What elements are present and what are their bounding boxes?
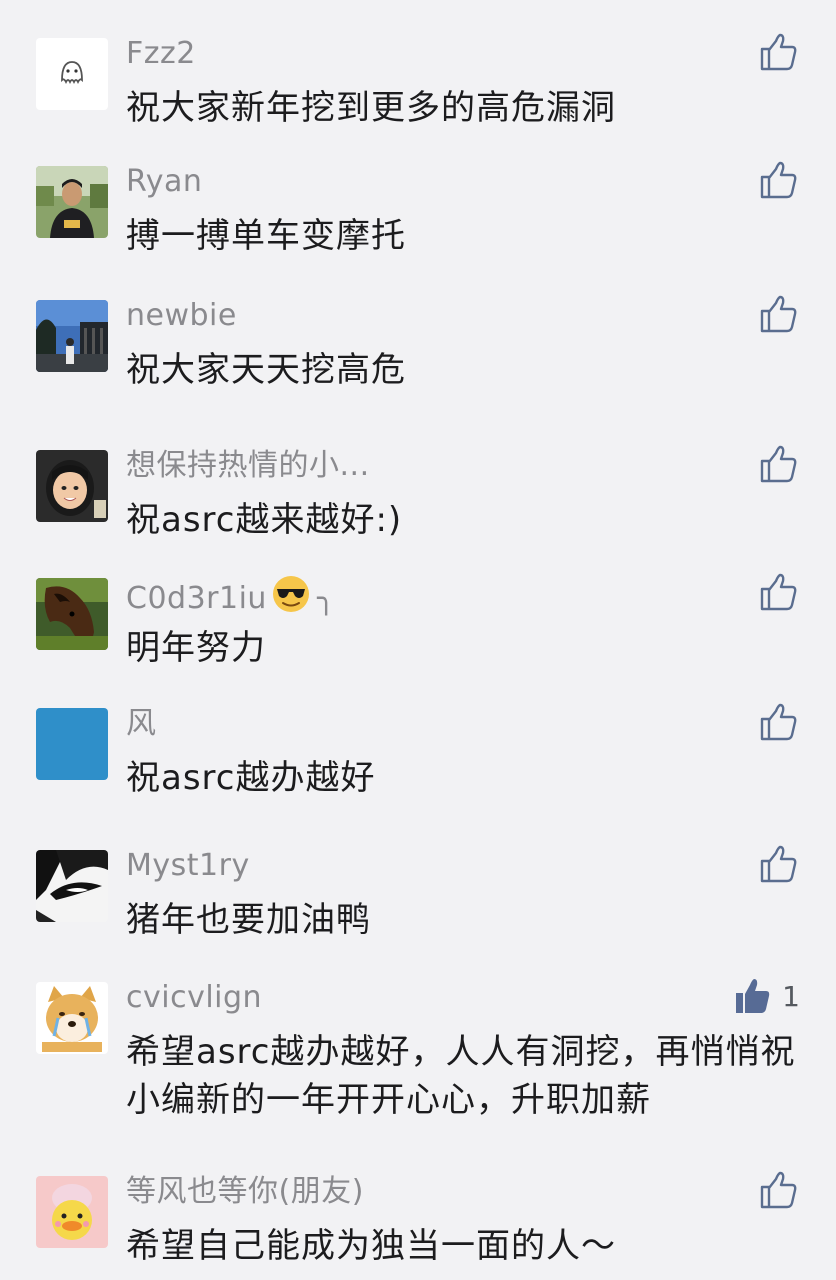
thumbs-up-outline-icon xyxy=(760,703,797,741)
comment-author: 等风也等你(朋友) xyxy=(126,1174,364,1209)
comment-list: Fzz2 祝大家新年挖到更多的高危漏洞 Ryan 搏一搏单车变摩托 newbie… xyxy=(0,0,836,1280)
person-photo-avatar-icon xyxy=(36,166,108,238)
avatar[interactable] xyxy=(36,850,108,922)
comment-author: Myst1ry xyxy=(126,848,250,883)
comment-text: 猪年也要加油鸭 xyxy=(126,900,371,940)
comment-author: cvicvlign xyxy=(126,980,263,1015)
comment-author: 想保持热情的小... xyxy=(126,448,370,483)
thumbs-up-outline-icon xyxy=(760,161,797,199)
like-button[interactable] xyxy=(750,158,800,202)
thumbs-up-outline-icon xyxy=(760,33,797,71)
anime-eye-avatar-icon xyxy=(36,850,108,922)
like-button[interactable] xyxy=(750,1168,800,1212)
comment-text: 希望asrc越办越好，人人有洞挖，再悄悄祝小编新的一年开开心心，升职加薪 xyxy=(126,1032,796,1120)
comment-author: newbie xyxy=(126,298,237,333)
thumbs-up-outline-icon xyxy=(760,845,797,883)
comment-author: C0d3r1iu ╮ xyxy=(126,574,336,625)
like-count: 1 xyxy=(782,979,800,1013)
thumbs-up-outline-icon xyxy=(760,573,797,611)
comment-text: 希望自己能成为独当一面的人～ xyxy=(126,1226,616,1266)
like-button[interactable]: 1 xyxy=(732,974,800,1018)
like-button[interactable] xyxy=(750,30,800,74)
comment-author: 风 xyxy=(126,706,157,741)
like-button[interactable] xyxy=(750,700,800,744)
avatar[interactable] xyxy=(36,708,108,780)
comment-text: 祝asrc越来越好:) xyxy=(126,500,403,540)
avatar[interactable] xyxy=(36,450,108,522)
avatar[interactable] xyxy=(36,1176,108,1248)
like-button[interactable] xyxy=(750,292,800,336)
comment-text: 祝asrc越办越好 xyxy=(126,758,376,798)
thumbs-up-outline-icon xyxy=(760,445,797,483)
comment-text: 明年努力 xyxy=(126,628,266,668)
comment-text: 祝大家天天挖高危 xyxy=(126,350,406,390)
avatar[interactable] xyxy=(36,166,108,238)
sunglasses-face-icon xyxy=(272,576,309,612)
sunglasses-face-emoji xyxy=(271,574,311,625)
thumbs-up-outline-icon xyxy=(760,295,797,333)
like-button[interactable] xyxy=(750,842,800,886)
child-photo-avatar-icon xyxy=(36,450,108,522)
comment-text: 搏一搏单车变摩托 xyxy=(126,216,406,256)
avatar[interactable] xyxy=(36,982,108,1054)
ghost-avatar-icon xyxy=(36,38,108,110)
avatar[interactable] xyxy=(36,38,108,110)
shiba-doge-avatar-icon xyxy=(36,982,108,1054)
comment-author: Ryan xyxy=(126,164,203,199)
thumbs-up-outline-icon xyxy=(760,1171,797,1209)
comment-author: Fzz2 xyxy=(126,36,196,71)
like-button[interactable] xyxy=(750,570,800,614)
avatar[interactable] xyxy=(36,578,108,650)
comment-author-suffix: ╮ xyxy=(316,581,336,616)
comment-author-name: C0d3r1iu xyxy=(126,581,267,616)
avatar[interactable] xyxy=(36,300,108,372)
yellow-duck-avatar-icon xyxy=(36,1176,108,1248)
blue-square-avatar-icon xyxy=(36,708,108,780)
comment-text: 祝大家新年挖到更多的高危漏洞 xyxy=(126,88,616,128)
thumbs-up-filled-icon xyxy=(736,979,770,1013)
street-photo-avatar-icon xyxy=(36,300,108,372)
like-button[interactable] xyxy=(750,442,800,486)
horse-avatar-icon xyxy=(36,578,108,650)
